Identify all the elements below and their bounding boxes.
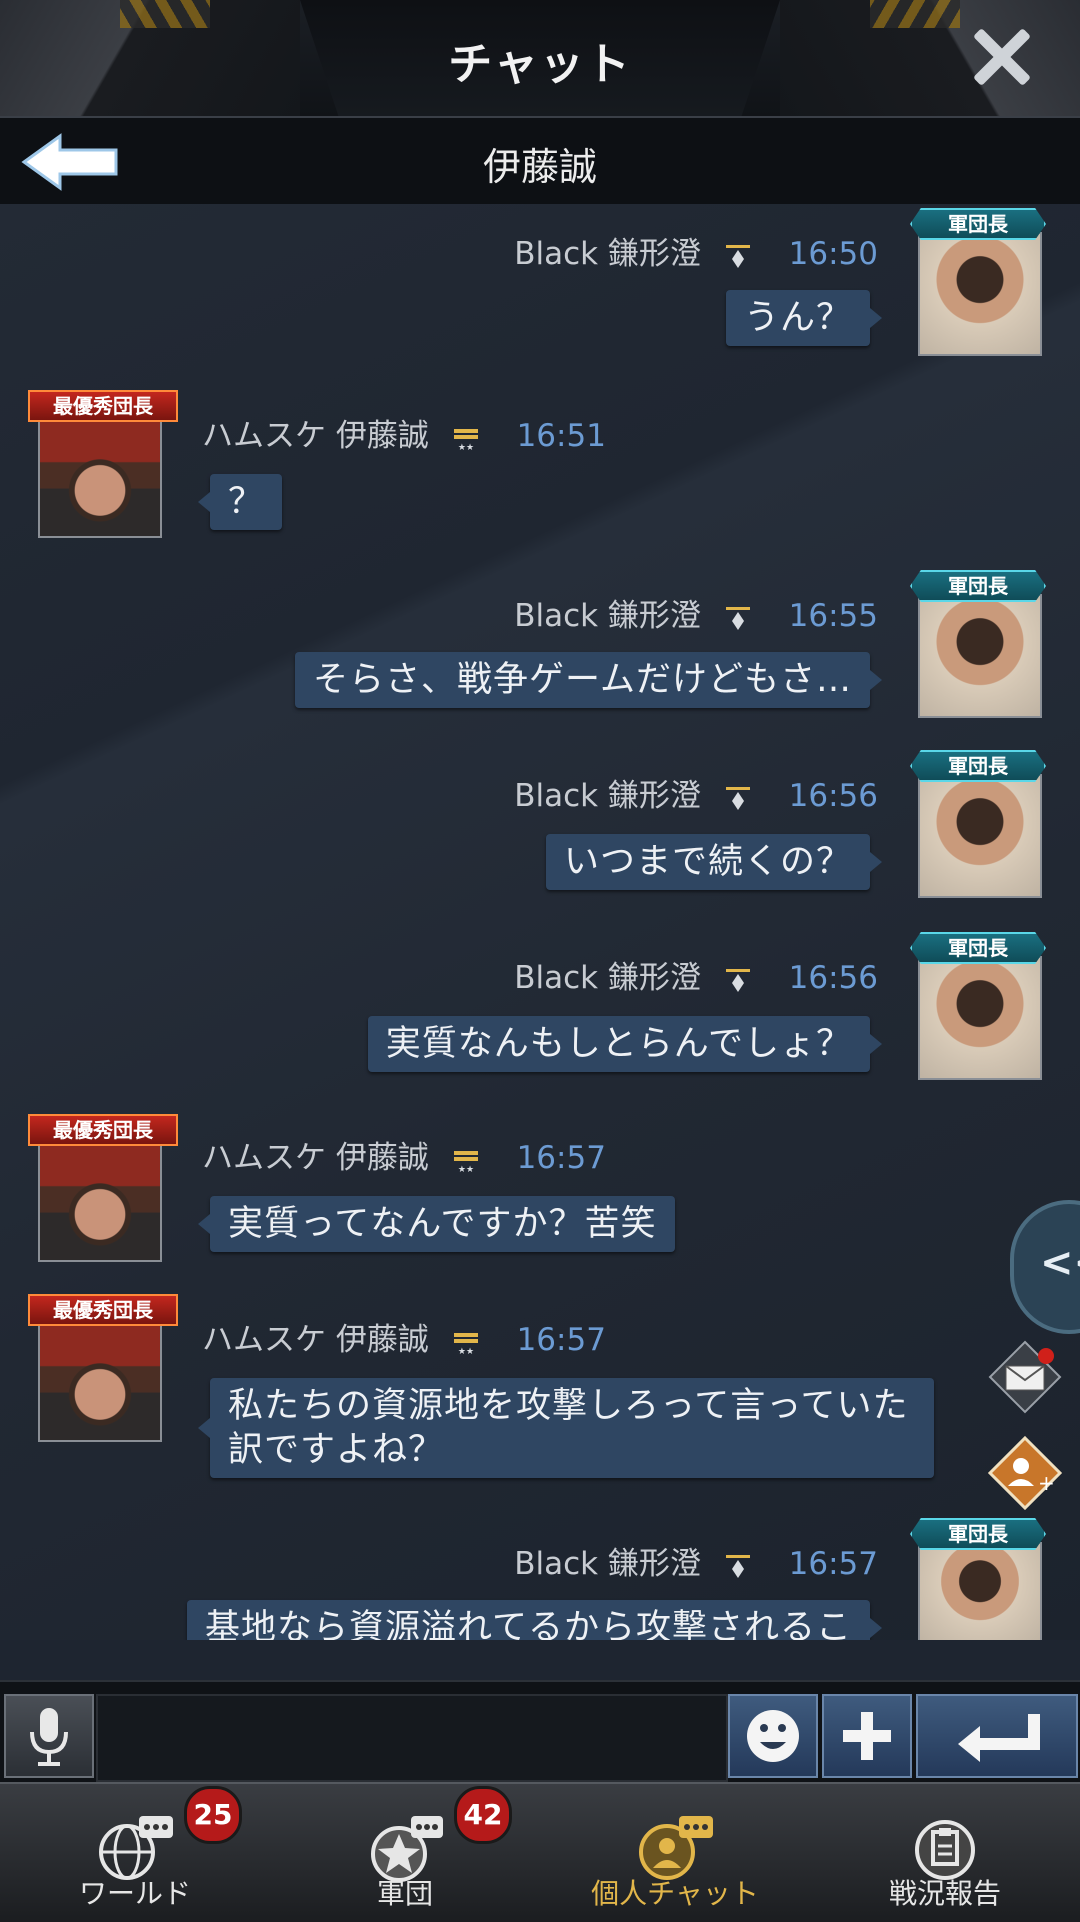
tab-label: 個人チャット — [591, 1877, 759, 1910]
alliance-tag: ハムスケ — [202, 1140, 326, 1176]
rank-badge: 軍団長 — [910, 932, 1046, 964]
alliance-tag: Black — [514, 1546, 599, 1582]
message-bubble[interactable]: そらさ、戦争ゲームだけどもさ… — [295, 652, 882, 708]
alliance-tag: ハムスケ — [202, 1322, 326, 1358]
avatar[interactable] — [918, 232, 1042, 356]
message-bubble[interactable]: うん？ — [725, 290, 883, 346]
timestamp: 16:57 — [788, 1546, 878, 1582]
sender-name: 伊藤誠 — [335, 1140, 429, 1176]
message-meta: Black 鎌形澄 16:50 — [514, 228, 878, 273]
rank-insignia-icon: ★★ — [453, 1332, 478, 1355]
chevron-left-icon: << — [1040, 1240, 1080, 1286]
tab-label: ワールド — [78, 1877, 191, 1910]
svg-text:★★: ★★ — [458, 1347, 474, 1355]
avatar[interactable] — [918, 1542, 1042, 1640]
sender-name: 鎌形澄 — [607, 1546, 701, 1582]
avatar[interactable] — [38, 1318, 162, 1442]
tab-battle-report[interactable]: 戦況報告 — [810, 1784, 1080, 1922]
page-title: チャット — [448, 39, 632, 90]
tab-label: 軍団 — [376, 1877, 433, 1910]
rank-badge: 軍団長 — [910, 570, 1046, 602]
conversation-partner-name: 伊藤誠 — [482, 145, 597, 189]
timestamp: 16:57 — [516, 1140, 606, 1176]
sender-name: 伊藤誠 — [335, 1322, 429, 1358]
svg-text:★★: ★★ — [458, 1165, 474, 1173]
plus-icon[interactable] — [822, 1694, 912, 1778]
message-meta: Black 鎌形澄 16:57 — [514, 1538, 878, 1583]
enter-icon[interactable] — [916, 1694, 1078, 1778]
hazard-stripe — [120, 0, 210, 28]
alliance-tag: Black — [514, 960, 599, 996]
message-text-input[interactable] — [96, 1694, 728, 1782]
message-meta: ハムスケ 伊藤誠 ★★ 16:57 — [202, 1314, 606, 1359]
bottom-tab-bar: 25 ワールド 42 軍団 個人チャット 戦況報告 — [0, 1782, 1080, 1922]
message-bubble[interactable]: 基地なら資源溢れてるから攻撃されるこ — [187, 1600, 882, 1640]
message-bubble[interactable]: 実質ってなんですか？苦笑 — [198, 1196, 675, 1252]
message-input-bar — [0, 1680, 1080, 1782]
alliance-tag: Black — [514, 236, 599, 272]
unread-count-badge: 42 — [454, 1786, 512, 1844]
avatar[interactable] — [918, 594, 1042, 718]
message-meta: Black 鎌形澄 16:56 — [514, 770, 878, 815]
message-bubble[interactable]: ？ — [197, 474, 283, 530]
unread-count-badge: 25 — [184, 1786, 242, 1844]
rank-badge: 軍団長 — [910, 750, 1046, 782]
rank-insignia-icon — [725, 968, 750, 992]
timestamp: 16:55 — [788, 598, 878, 634]
alliance-tag: ハムスケ — [202, 418, 326, 454]
rank-insignia-icon — [725, 786, 750, 810]
message-meta: Black 鎌形澄 16:56 — [514, 952, 878, 997]
svg-text:+: + — [1038, 1471, 1055, 1495]
friend-add-icon[interactable]: + — [988, 1436, 1062, 1510]
avatar[interactable] — [918, 774, 1042, 898]
title-bar: チャット — [0, 0, 1080, 118]
close-icon[interactable] — [966, 22, 1036, 92]
alliance-tag: Black — [514, 778, 599, 814]
sender-name: 鎌形澄 — [607, 778, 701, 814]
tab-legion[interactable]: 42 軍団 — [270, 1784, 540, 1922]
tab-private-chat[interactable]: 個人チャット — [540, 1784, 810, 1922]
rank-badge: 最優秀団長 — [28, 1294, 178, 1326]
rank-insignia-icon: ★★ — [453, 1150, 478, 1173]
message-bubble[interactable]: 私たちの資源地を攻撃しろって言っていた訳ですよね？ — [198, 1378, 934, 1478]
message-meta: ハムスケ 伊藤誠 ★★ 16:51 — [202, 410, 606, 455]
rank-badge: 軍団長 — [910, 1518, 1046, 1550]
message-bubble[interactable]: いつまで続くの？ — [545, 834, 883, 890]
message-meta: ハムスケ 伊藤誠 ★★ 16:57 — [202, 1132, 606, 1177]
message-bubble[interactable]: 実質なんもしとらんでしょ？ — [367, 1016, 883, 1072]
rank-badge: 軍団長 — [910, 208, 1046, 240]
sender-name: 伊藤誠 — [335, 418, 429, 454]
timestamp: 16:56 — [788, 960, 878, 996]
rank-badge: 最優秀団長 — [28, 1114, 178, 1146]
smiley-icon[interactable] — [728, 1694, 818, 1778]
microphone-icon[interactable] — [4, 1694, 94, 1778]
rank-insignia-icon — [725, 606, 750, 630]
svg-text:★★: ★★ — [458, 443, 474, 451]
chat-message-list[interactable]: 軍団長 Black 鎌形澄 16:50 うん？ 最優秀団長 ハムスケ 伊藤誠 ★… — [0, 204, 1080, 1640]
rank-badge: 最優秀団長 — [28, 390, 178, 422]
sender-name: 鎌形澄 — [607, 960, 701, 996]
tab-world[interactable]: 25 ワールド — [0, 1784, 270, 1922]
avatar[interactable] — [918, 956, 1042, 1080]
message-meta: Black 鎌形澄 16:55 — [514, 590, 878, 635]
alliance-tag: Black — [514, 598, 599, 634]
sender-name: 鎌形澄 — [607, 598, 701, 634]
timestamp: 16:56 — [788, 778, 878, 814]
mail-icon[interactable] — [988, 1340, 1062, 1414]
hazard-stripe — [870, 0, 960, 28]
conversation-header: 伊藤誠 — [0, 118, 1080, 204]
timestamp: 16:57 — [516, 1322, 606, 1358]
sender-name: 鎌形澄 — [607, 236, 701, 272]
avatar[interactable] — [38, 1138, 162, 1262]
rank-insignia-icon — [725, 1554, 750, 1578]
timestamp: 16:51 — [516, 418, 606, 454]
rank-insignia-icon — [725, 244, 750, 268]
rank-insignia-icon: ★★ — [453, 428, 478, 451]
avatar[interactable] — [38, 414, 162, 538]
tab-label: 戦況報告 — [888, 1877, 1001, 1910]
timestamp: 16:50 — [788, 236, 878, 272]
